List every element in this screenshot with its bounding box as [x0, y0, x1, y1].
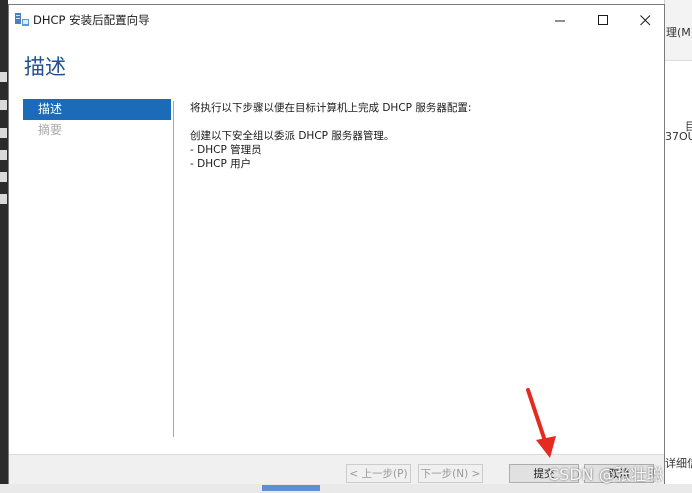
minimize-icon — [554, 20, 565, 21]
close-button[interactable] — [624, 5, 666, 35]
maximize-button[interactable] — [582, 5, 624, 35]
page-title: 描述 — [24, 55, 66, 79]
group-item-dhcp-users: - DHCP 用户 — [190, 158, 252, 170]
background-window-left-edge — [0, 0, 8, 493]
previous-button: < 上一步(P) — [346, 464, 411, 483]
minimize-button[interactable] — [539, 5, 581, 35]
server-app-icon — [15, 13, 29, 26]
background-window-bottom-edge — [0, 484, 692, 493]
nav-item-summary: 摘要 — [38, 123, 63, 137]
annotation-arrow-icon — [526, 388, 556, 458]
background-menu-manage[interactable]: 理(M) — [666, 24, 692, 40]
window-title: DHCP 安装后配置向导 — [33, 13, 150, 27]
close-icon — [639, 14, 650, 25]
background-bottom-label: 详细信 — [665, 457, 692, 470]
maximize-icon — [597, 14, 608, 25]
groups-intro-text: 创建以下安全组以委派 DHCP 服务器管理。 — [190, 130, 395, 142]
background-selected-item — [262, 485, 320, 491]
nav-item-description[interactable]: 描述 — [23, 99, 171, 120]
title-bar[interactable]: DHCP 安装后配置向导 — [9, 5, 664, 35]
screen: 理(M) 目 37OU 详细信 DHCP 安装后配置向导 — [0, 0, 692, 493]
watermark: CSDN @张壮聪 — [548, 465, 663, 484]
dhcp-config-wizard: DHCP 安装后配置向导 描述 描述 摘要 将执行以下步骤以便在目标计算机上完成… — [8, 4, 665, 484]
intro-text: 将执行以下步骤以便在目标计算机上完成 DHCP 服务器配置: — [190, 102, 472, 114]
next-button: 下一步(N) > — [418, 464, 483, 483]
group-item-dhcp-administrators: - DHCP 管理员 — [190, 144, 262, 156]
description-content: 将执行以下步骤以便在目标计算机上完成 DHCP 服务器配置: 创建以下安全组以委… — [190, 101, 650, 171]
background-window-right-edge: 理(M) 目 37OU 详细信 — [664, 0, 692, 493]
wizard-step-nav: 描述 摘要 — [23, 99, 171, 141]
nav-divider — [173, 101, 174, 437]
background-side-id: 37OU — [665, 130, 692, 143]
